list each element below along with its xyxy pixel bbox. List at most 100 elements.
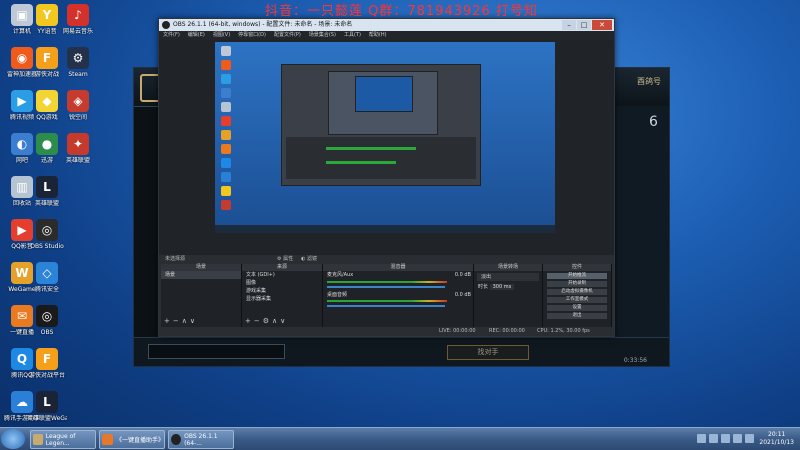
app-icon: ◎ — [36, 305, 58, 327]
desktop-icon[interactable]: ◇ 腾讯安全 — [27, 262, 67, 293]
lol-clock: 0:33:56 — [623, 357, 647, 364]
start-button[interactable] — [1, 429, 25, 449]
settings-button[interactable]: 设置 — [547, 305, 607, 311]
desktop-icon[interactable]: ✦ 英雄联盟 — [58, 133, 98, 164]
properties-button[interactable]: ⚙ 属性 — [277, 255, 293, 264]
live-helper-app-icon — [102, 434, 113, 445]
menu-item[interactable]: 配置文件(P) — [274, 31, 301, 40]
desktop-icon[interactable]: ◈ 锐空间 — [58, 90, 98, 121]
menu-item[interactable]: 帮助(H) — [369, 31, 387, 40]
minimize-button[interactable]: – — [562, 20, 576, 30]
sources-dock: 来源 文本 (GDI+) 图像 游戏采集 显示器采集 +−⚙∧∨ — [242, 264, 323, 327]
scenes-header: 场景 — [161, 264, 241, 271]
start-streaming-button[interactable]: 开始推流 — [547, 273, 607, 279]
mixer-dock: 混音器 麦克风/Aux 0.0 dB 桌面音频 0.0 dB — [323, 264, 474, 327]
source-item[interactable]: 显示器采集 — [242, 295, 322, 303]
preview-icon — [221, 200, 231, 210]
filters-button[interactable]: ◐ 滤镜 — [301, 255, 317, 264]
preview-icon — [221, 172, 231, 182]
app-icon: L — [36, 391, 58, 413]
desktop-icon-label: 腾讯安全 — [34, 286, 59, 293]
obs-preview[interactable] — [159, 40, 614, 255]
virtual-camera-button[interactable]: 启动虚拟摄像机 — [547, 289, 607, 295]
close-button[interactable]: ✕ — [592, 20, 612, 30]
menu-item[interactable]: 停靠窗口(D) — [238, 31, 266, 40]
preview-nested-mixer — [286, 137, 476, 179]
app-icon: ✦ — [67, 133, 89, 155]
transitions-dock: 场景转场 淡出 时长 300 ms — [474, 264, 543, 327]
volume-slider[interactable] — [327, 305, 445, 307]
live-time: LIVE: 00:00:00 — [439, 328, 476, 334]
studio-mode-button[interactable]: 工作室模式 — [547, 297, 607, 303]
maximize-button[interactable]: □ — [577, 20, 591, 30]
app-icon: ⚙ — [67, 47, 89, 69]
desktop-icon[interactable]: ◎ OBS — [27, 305, 67, 336]
duration-input[interactable]: 300 ms — [489, 284, 515, 290]
obs-statusbar: LIVE: 00:00:00 REC: 00:00:00 CPU: 1.2%, … — [159, 327, 614, 336]
exit-button[interactable]: 退出 — [547, 313, 607, 319]
mixer-meter — [327, 300, 447, 302]
desktop-icon-label: 英雄联盟WeGame版 — [27, 415, 67, 422]
transitions-header: 场景转场 — [474, 264, 542, 271]
preview-icon — [221, 186, 231, 196]
desktop-icon[interactable]: F 游侠对战平台 — [27, 348, 67, 379]
obs-logo-icon — [162, 21, 170, 29]
network-icon[interactable] — [733, 434, 742, 443]
tray-icon[interactable] — [709, 434, 718, 443]
obs-titlebar[interactable]: OBS 26.1.1 (64-bit, windows) - 配置文件: 未命名… — [159, 19, 614, 31]
scenes-controls[interactable]: +−∧∨ — [164, 317, 198, 325]
mixer-header: 混音器 — [323, 264, 473, 271]
taskbar: League of Legen... 《一键直播助手》 OBS 26.1.1 (… — [0, 427, 800, 450]
start-recording-button[interactable]: 开始录制 — [547, 281, 607, 287]
obs-menubar: 文件(F) 编辑(E) 视图(V) 停靠窗口(D) 配置文件(P) 场景集合(S) 工具(T… — [159, 31, 614, 40]
volume-slider[interactable] — [327, 286, 445, 288]
lol-title: 酉鸽号 — [637, 77, 661, 86]
tray-icon[interactable] — [721, 434, 730, 443]
preview-icon — [221, 88, 231, 98]
scenes-dock: 场景 场景 +−∧∨ — [161, 264, 242, 327]
desktop-icon[interactable]: L 英雄联盟WeGame版 — [27, 391, 67, 422]
clock[interactable]: 20:11 2021/10/13 — [759, 431, 794, 447]
desktop-icon[interactable]: ⚙ Steam — [58, 47, 98, 78]
preview-nested-obs-3 — [355, 76, 413, 112]
menu-item[interactable]: 工具(T) — [344, 31, 361, 40]
app-icon: ● — [36, 133, 58, 155]
desktop-icon[interactable]: L 英雄联盟 — [27, 176, 67, 207]
rec-time: REC: 00:00:00 — [489, 328, 525, 334]
volume-icon[interactable] — [745, 434, 754, 443]
mixer-db: 0.0 dB — [454, 292, 471, 298]
sources-controls[interactable]: +−⚙∧∨ — [245, 317, 288, 325]
app-icon: ◎ — [36, 219, 58, 241]
menu-item[interactable]: 场景集合(S) — [309, 31, 336, 40]
app-icon: ◈ — [67, 90, 89, 112]
menu-item[interactable]: 编辑(E) — [188, 31, 205, 40]
taskbar-item-live-helper[interactable]: 《一键直播助手》 — [99, 430, 165, 449]
clock-time: 20:11 — [768, 431, 786, 438]
find-match-button[interactable]: 找对手 — [447, 345, 529, 360]
tray-icon[interactable] — [697, 434, 706, 443]
obs-window[interactable]: OBS 26.1.1 (64-bit, windows) - 配置文件: 未命名… — [158, 18, 615, 337]
transition-select[interactable]: 淡出 — [477, 273, 539, 281]
app-icon: F — [36, 348, 58, 370]
menu-item[interactable]: 文件(F) — [163, 31, 180, 40]
obs-app-icon — [171, 434, 182, 445]
desktop-icon[interactable]: ◎ OBS Studio — [27, 219, 67, 250]
taskbar-item-label: League of Legen... — [45, 432, 76, 447]
source-item[interactable]: 游戏采集 — [242, 287, 322, 295]
source-item[interactable]: 文本 (GDI+) — [242, 271, 322, 279]
duration-label: 时长 — [478, 284, 489, 290]
lol-chat-input[interactable] — [148, 344, 285, 359]
source-item[interactable]: 图像 — [242, 279, 322, 287]
system-tray[interactable] — [697, 434, 754, 443]
app-icon: F — [36, 47, 58, 69]
mixer-db: 0.0 dB — [454, 272, 471, 278]
scene-item[interactable]: 场景 — [161, 271, 241, 279]
menu-item[interactable]: 视图(V) — [213, 31, 230, 40]
desktop-icon[interactable]: ♪ 网易云音乐 — [58, 4, 98, 35]
desktop-icon-label: OBS Studio — [30, 243, 64, 250]
taskbar-item-obs[interactable]: OBS 26.1.1 (64-... — [168, 430, 234, 449]
app-icon: ◆ — [36, 90, 58, 112]
taskbar-item-lol[interactable]: League of Legen... — [30, 430, 96, 449]
sources-header: 来源 — [242, 264, 322, 271]
preview-icon — [221, 116, 231, 126]
